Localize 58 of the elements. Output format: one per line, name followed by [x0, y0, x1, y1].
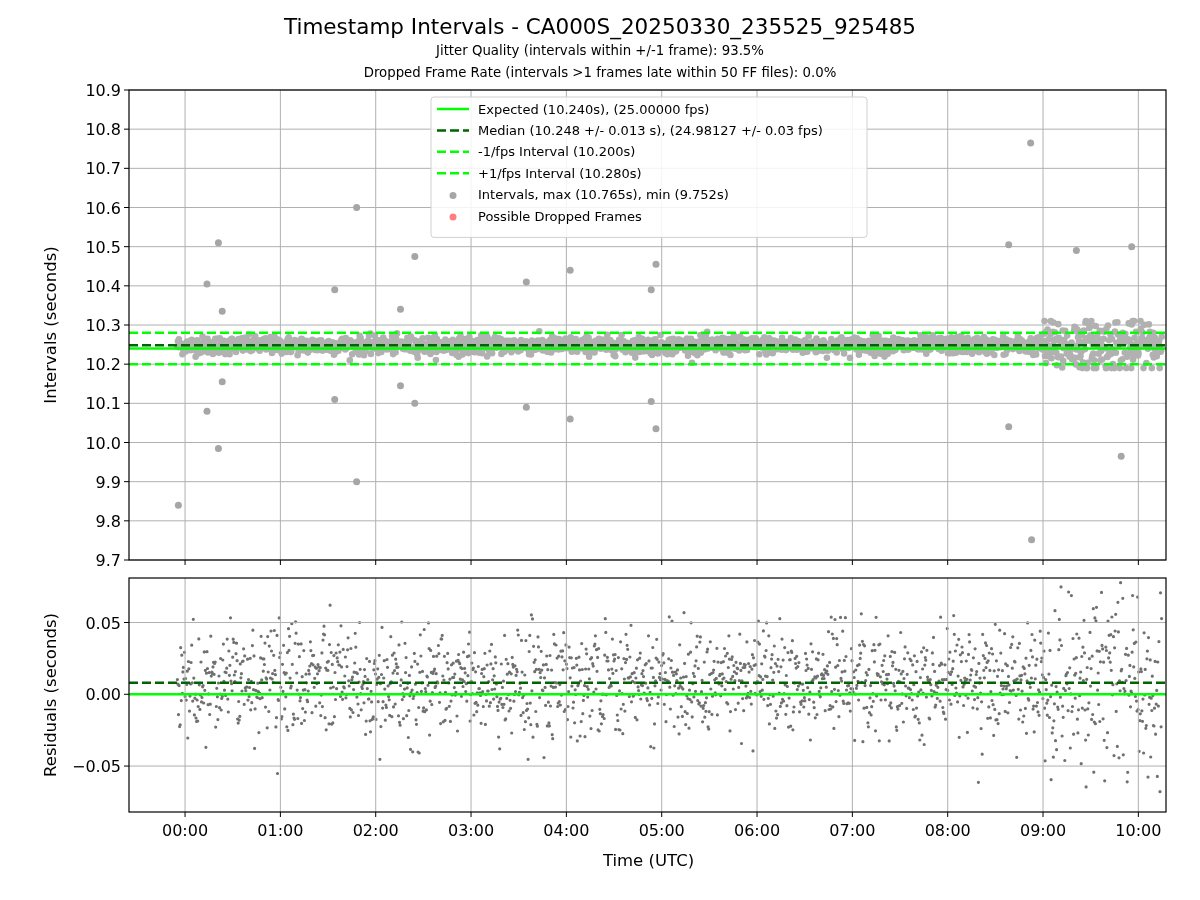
y-axis-label: Residuals (seconds)	[41, 613, 60, 777]
y-axis-label: Intervals (seconds)	[41, 246, 60, 404]
legend-label: Possible Dropped Frames	[478, 208, 642, 224]
legend-line-icon	[437, 107, 469, 111]
legend-line-icon	[437, 129, 469, 132]
x-tick-label: 05:00	[638, 821, 685, 840]
figure-title: Timestamp Intervals - CA000S_20250330_235525_925485	[283, 14, 916, 40]
data-point	[1117, 452, 1125, 460]
y-tick-label: 10.9	[85, 81, 121, 100]
legend-label: -1/fps Interval (10.200s)	[478, 144, 636, 160]
y-tick-label: 9.7	[95, 551, 121, 570]
data-point	[652, 425, 660, 433]
x-tick-label: 09:00	[1019, 821, 1067, 840]
x-tick-label: 10:00	[1115, 821, 1162, 840]
x-axis-label: Time (UTC)	[602, 851, 695, 870]
legend-label: Median (10.248 +/- 0.013 s), (24.98127 +/- 0.03 fps)	[478, 122, 823, 138]
legend-line-icon	[437, 171, 469, 175]
data-point	[218, 307, 226, 315]
data-point	[411, 252, 419, 260]
x-tick-label: 08:00	[924, 821, 971, 840]
y-tick-label: 10.0	[85, 433, 121, 453]
y-tick-label: 10.8	[85, 120, 121, 140]
y-tick-label: 10.5	[85, 237, 121, 257]
data-point	[1027, 139, 1035, 147]
legend-label: Expected (10.240s), (25.00000 fps)	[478, 101, 710, 117]
data-point	[1005, 423, 1013, 431]
y-tick-label: −0.05	[71, 757, 121, 777]
x-tick-label: 06:00	[734, 821, 781, 840]
y-tick-label: 9.9	[95, 472, 121, 492]
y-tick-label: 10.1	[85, 394, 121, 414]
data-point	[1028, 536, 1036, 544]
data-point	[174, 501, 182, 509]
y-tick-label: 9.8	[95, 511, 121, 531]
data-point	[397, 305, 404, 313]
legend-label: +1/fps Interval (10.280s)	[478, 165, 642, 181]
y-tick-label: 10.7	[85, 159, 121, 179]
data-point	[203, 407, 211, 415]
y-tick-label: 10.3	[85, 316, 121, 335]
data-point	[218, 378, 226, 386]
data-point	[397, 382, 404, 390]
y-tick-label: 10.6	[85, 198, 121, 218]
x-tick-label: 07:00	[829, 821, 876, 840]
x-tick-label: 03:00	[448, 821, 495, 840]
data-point	[652, 260, 660, 268]
y-tick-label: 10.2	[85, 355, 121, 375]
y-tick-label: 0.05	[85, 613, 121, 633]
legend-label: Intervals, max (10.765s), min (9.752s)	[478, 187, 729, 203]
figure-subtitle: Dropped Frame Rate (intervals >1 frames late within 50 FF files): 0.0%	[363, 64, 837, 82]
legend-line-icon	[437, 150, 469, 154]
figure-subtitle: Jitter Quality (intervals within +/-1 frame): 93.5%	[436, 42, 764, 60]
legend-dot-icon	[449, 192, 457, 200]
x-tick-label: 01:00	[257, 821, 304, 840]
x-tick-label: 04:00	[543, 821, 590, 840]
data-point	[214, 444, 222, 452]
x-tick-label: 02:00	[352, 821, 399, 840]
y-tick-label: 10.4	[85, 276, 121, 296]
x-tick-label: 00:00	[162, 821, 209, 840]
y-tick-label: 0.00	[85, 685, 121, 705]
